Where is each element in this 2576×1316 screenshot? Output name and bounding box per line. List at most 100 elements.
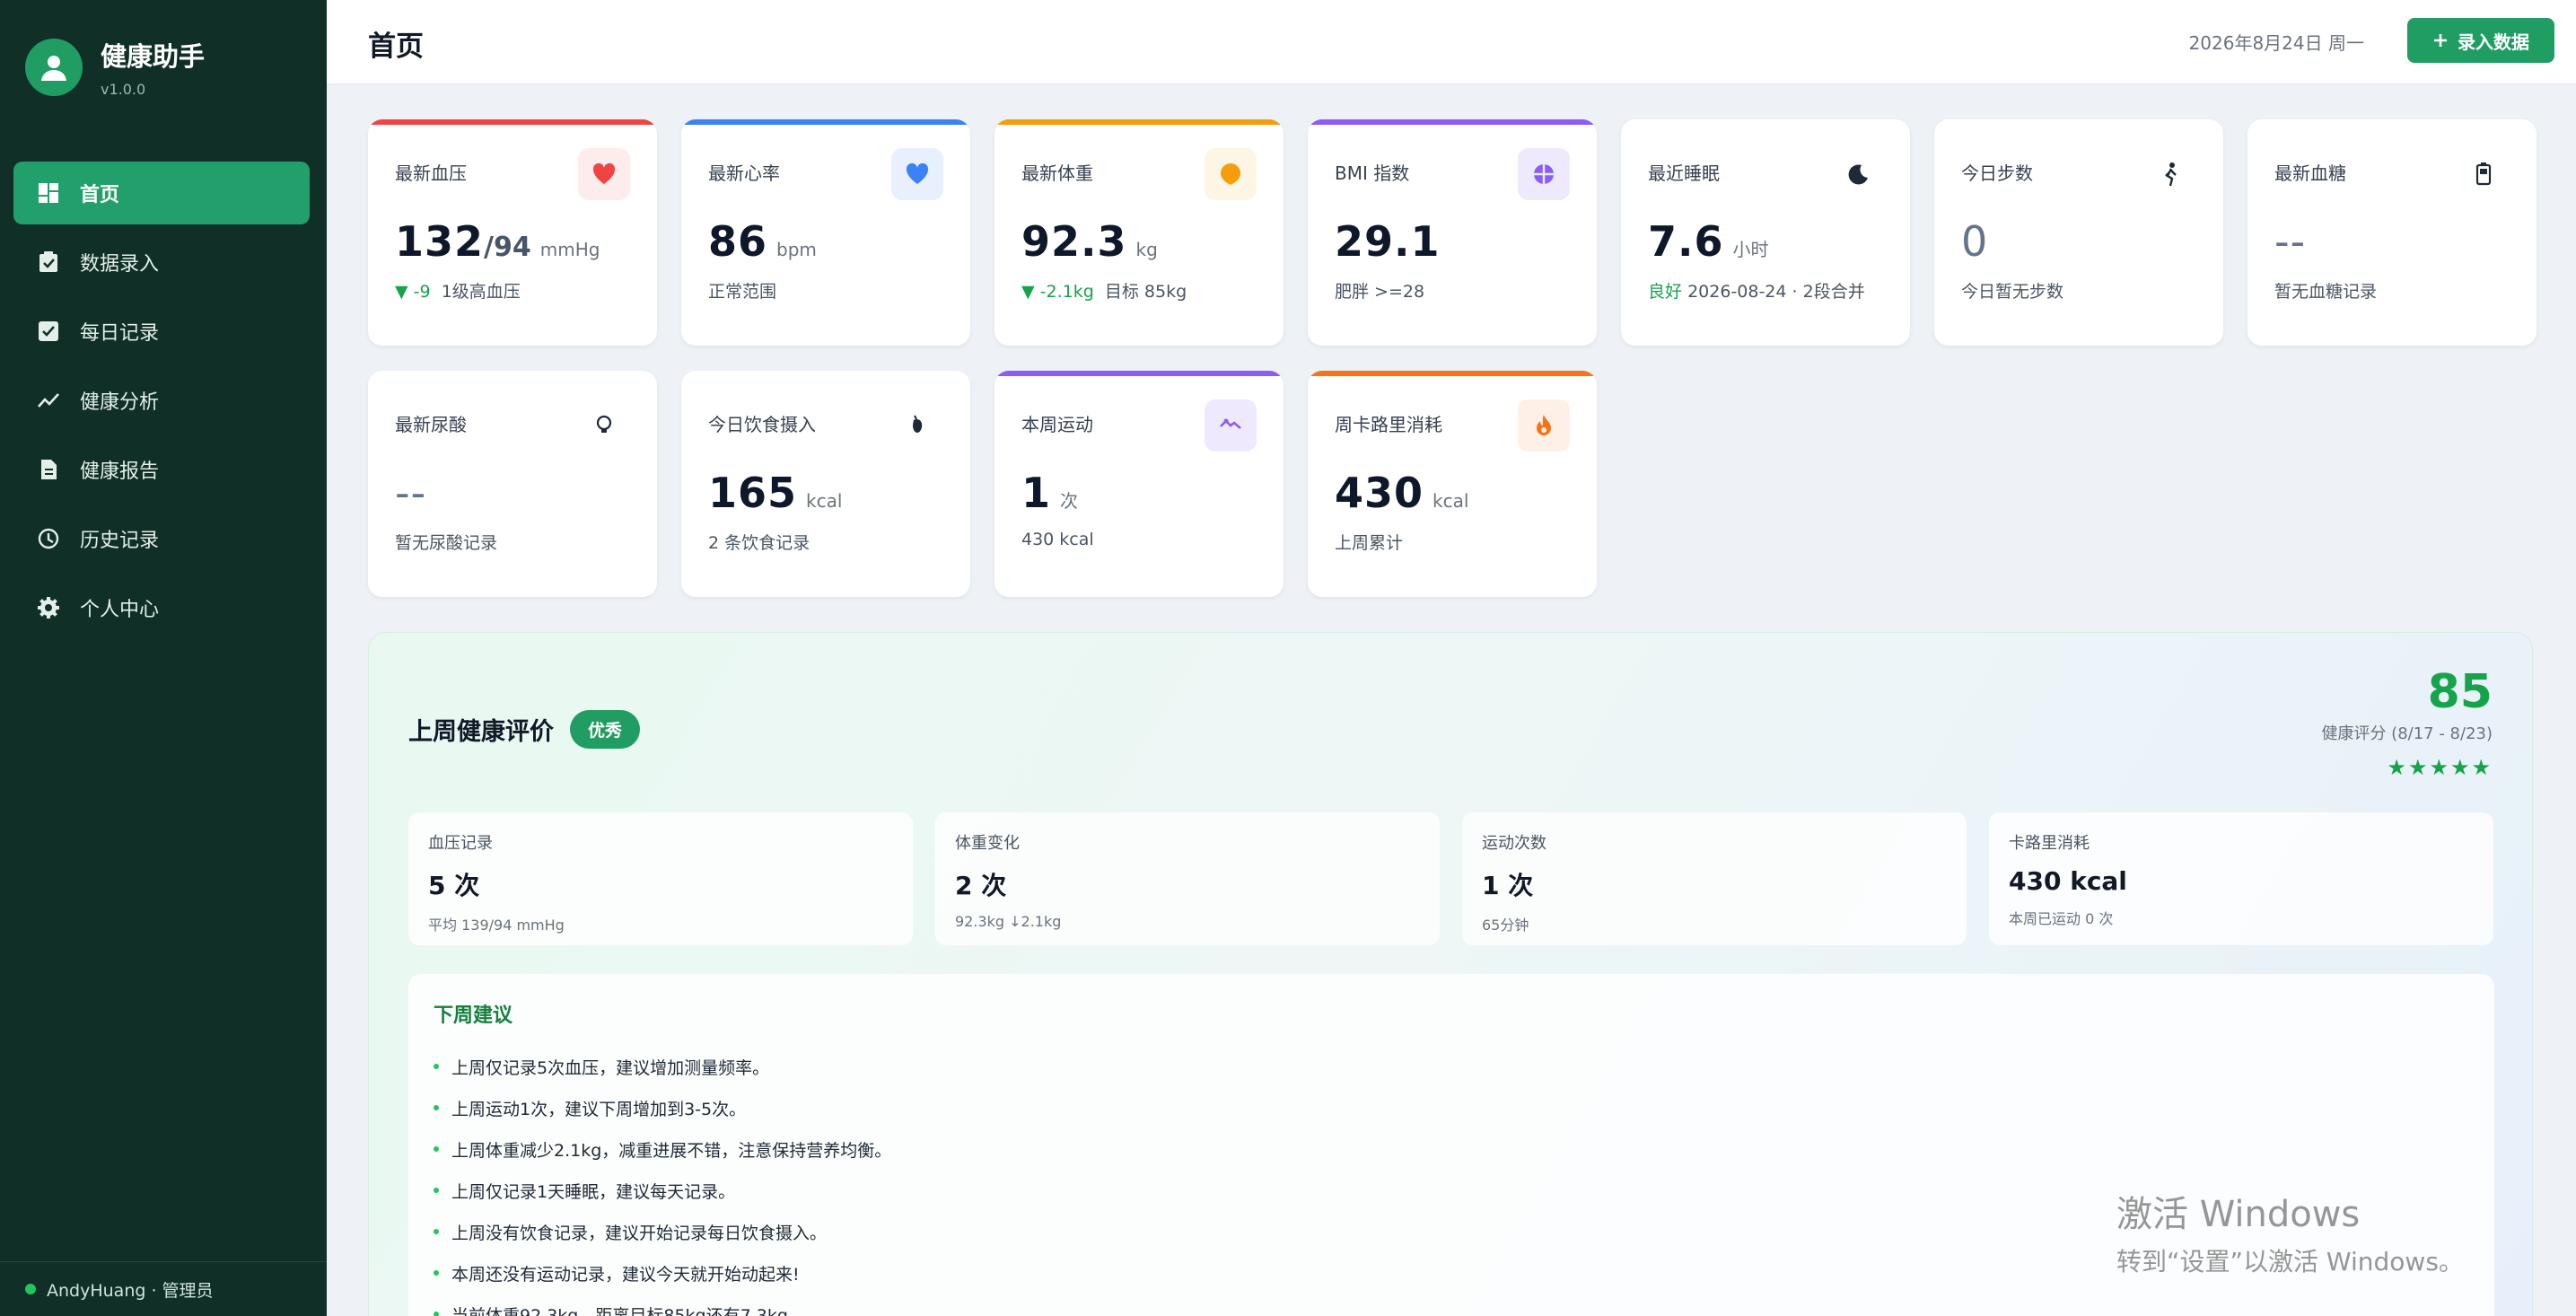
card-unit: mmHg: [539, 239, 600, 260]
sidebar-item-profile[interactable]: 个人中心: [13, 576, 310, 639]
card-value: 0: [1961, 217, 1989, 266]
card-value: 430: [1335, 469, 1424, 517]
online-status-icon: [25, 1284, 36, 1294]
add-data-button[interactable]: 录入数据: [2407, 18, 2554, 63]
card-note: 今日暂无步数: [1961, 282, 2064, 302]
metric-value: 5 次: [428, 871, 480, 900]
clipboard-check-icon: [39, 251, 57, 272]
glucose-meter-icon: [2458, 148, 2510, 200]
metric-value: 430 kcal: [2009, 866, 2127, 896]
header-date: 2026年8月24日 周一: [2188, 32, 2364, 54]
stat-cards: 最新血压 132 /94 mmHg ▼ -9 1级高血压 最新心率 86 bpm…: [368, 119, 2537, 597]
stat-card-steps[interactable]: 今日步数 0 今日暂无步数: [1934, 119, 2223, 346]
card-note: 暂无尿酸记录: [395, 533, 498, 553]
dashboard-icon: [39, 183, 58, 203]
card-value: --: [2274, 217, 2307, 266]
card-accent-bar: [368, 119, 657, 125]
metric-label: 血压记录: [428, 834, 493, 853]
trend-line-icon: [38, 393, 59, 408]
rating-badge: 优秀: [570, 710, 641, 749]
plus-icon: [2434, 34, 2447, 47]
history-icon: [38, 528, 59, 549]
sidebar-item-history[interactable]: 历史记录: [13, 507, 310, 570]
metric-value: 1 次: [1482, 871, 1534, 900]
stat-card-blood-glucose[interactable]: 最新血糖 -- 暂无血糖记录: [2247, 119, 2537, 346]
metric-label: 体重变化: [955, 834, 1020, 853]
watermark-line-1: 激活 Windows: [2116, 1194, 2361, 1235]
food-icon: [891, 399, 943, 452]
sidebar-nav: 首页 数据录入 每日记录 健康分析 健康报告 历史记录 个人中心: [13, 162, 310, 645]
stat-card-bmi[interactable]: BMI 指数 29.1 肥胖 >=28: [1308, 119, 1597, 346]
metric-label: 运动次数: [1482, 834, 1546, 853]
user-label: AndyHuang · 管理员: [47, 1280, 214, 1301]
card-value: 7.6: [1648, 217, 1724, 266]
stat-card-sleep[interactable]: 最近睡眠 7.6 小时 良好 2026-08-24 · 2段合并: [1621, 119, 1910, 346]
advice-title: 下周建议: [434, 1005, 513, 1027]
sidebar-item-label: 个人中心: [80, 599, 160, 621]
card-note: 正常范围: [708, 282, 777, 302]
metric-value: 2 次: [955, 871, 1007, 900]
sidebar-item-daily-records[interactable]: 每日记录: [13, 300, 310, 363]
card-value: 1: [1021, 469, 1052, 517]
stat-card-uric-acid[interactable]: 最新尿酸 -- 暂无尿酸记录: [368, 371, 657, 597]
card-trend: ▼ -2.1kg: [1021, 282, 1094, 302]
metric-note: 平均 139/94 mmHg: [428, 917, 565, 934]
metric-note: 65分钟: [1482, 917, 1529, 934]
sidebar-item-label: 健康分析: [80, 391, 160, 414]
card-note: 肥胖 >=28: [1335, 282, 1425, 302]
exercise-icon: [1205, 399, 1257, 452]
checkbox-icon: [39, 321, 58, 341]
user-avatar-icon: [25, 38, 83, 96]
weight-icon: [1205, 148, 1257, 200]
card-trend: ▼ -9: [395, 282, 431, 302]
card-unit: 次: [1060, 490, 1079, 512]
stat-card-weekly-calories[interactable]: 周卡路里消耗 430 kcal 上周累计: [1308, 371, 1597, 597]
card-note: 2026-08-24 · 2段合并: [1687, 282, 1865, 302]
advice-item: 上周体重减少2.1kg，减重进展不错，注意保持营养均衡。: [434, 1128, 2469, 1170]
brand: 健康助手 v1.0.0: [25, 36, 205, 98]
card-accent-bar: [994, 119, 1284, 125]
star-rating-icon: ★★★★★: [2387, 755, 2493, 780]
sidebar-item-home[interactable]: 首页: [13, 162, 310, 224]
metric-note: 92.3kg ↓2.1kg: [955, 913, 1062, 930]
card-unit: kcal: [806, 490, 843, 512]
gear-icon: [38, 597, 59, 619]
card-value: 29.1: [1335, 217, 1441, 266]
card-note: 430 kcal: [1021, 530, 1094, 549]
card-value: 165: [708, 469, 798, 517]
stat-card-weight[interactable]: 最新体重 92.3 kg ▼ -2.1kg 目标 85kg: [994, 119, 1284, 346]
app-version: v1.0.0: [101, 81, 146, 98]
sidebar: 健康助手 v1.0.0 首页 数据录入 每日记录 健康分析 健康报告 历史记录: [0, 0, 327, 1316]
sidebar-item-health-report[interactable]: 健康报告: [13, 438, 310, 501]
card-note: 暂无血糖记录: [2274, 282, 2378, 302]
document-icon: [41, 460, 57, 479]
weekly-title-text: 上周健康评价: [408, 718, 554, 746]
card-note: 目标 85kg: [1104, 282, 1187, 302]
card-accent-bar: [994, 371, 1284, 376]
sidebar-item-data-entry[interactable]: 数据录入: [13, 231, 310, 294]
heart-icon: [891, 148, 943, 200]
advice-item: 上周运动1次，建议下周增加到3-5次。: [434, 1087, 2469, 1128]
add-data-button-label: 录入数据: [2458, 31, 2529, 53]
sidebar-item-label: 每日记录: [80, 322, 160, 345]
sidebar-footer: AndyHuang · 管理员: [0, 1261, 327, 1316]
stat-card-food-intake[interactable]: 今日饮食摄入 165 kcal 2 条饮食记录: [681, 371, 970, 597]
metric-note: 本周已运动 0 次: [2009, 910, 2114, 927]
moon-icon: [1831, 148, 1883, 200]
card-note: 1级高血压: [441, 282, 521, 302]
metric-calories-burned: 卡路里消耗 430 kcal 本周已运动 0 次: [1989, 812, 2493, 945]
sidebar-item-health-analysis[interactable]: 健康分析: [13, 369, 310, 432]
app-name: 健康助手: [101, 41, 206, 72]
stat-card-blood-pressure[interactable]: 最新血压 132 /94 mmHg ▼ -9 1级高血压: [368, 119, 657, 346]
card-note: 2 条饮食记录: [708, 533, 810, 553]
weekly-evaluation-title: 上周健康评价 优秀: [408, 710, 641, 749]
card-value: 86: [708, 217, 768, 266]
stat-card-weekly-exercise[interactable]: 本周运动 1 次 430 kcal: [994, 371, 1284, 597]
stat-card-heart-rate[interactable]: 最新心率 86 bpm 正常范围: [681, 119, 970, 346]
page-title: 首页: [368, 31, 424, 63]
card-accent-bar: [1308, 371, 1597, 376]
metric-exercise-count: 运动次数 1 次 65分钟: [1462, 812, 1967, 945]
card-unit: kcal: [1433, 490, 1469, 512]
fire-icon: [1518, 399, 1570, 452]
metric-weight-change: 体重变化 2 次 92.3kg ↓2.1kg: [935, 812, 1440, 945]
